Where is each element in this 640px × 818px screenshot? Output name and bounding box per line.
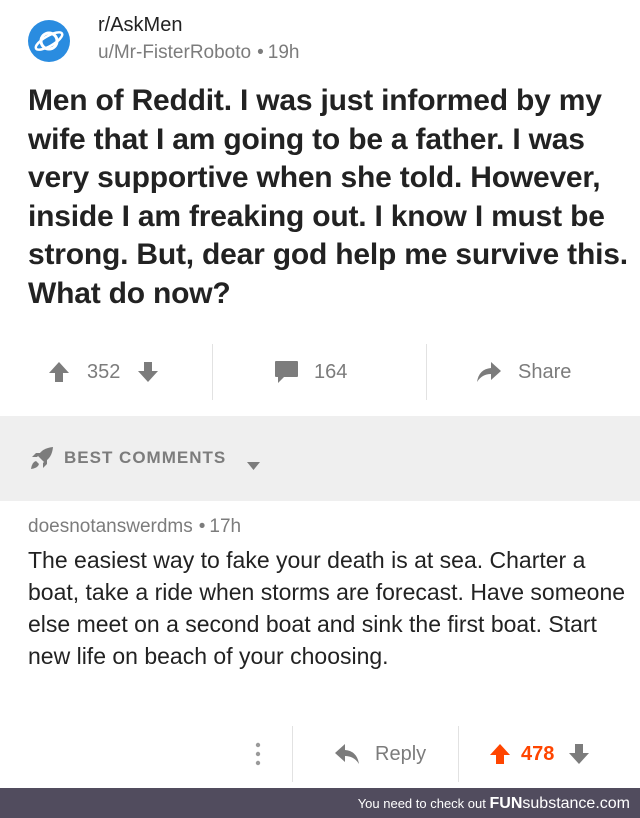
action-divider (292, 726, 293, 782)
subreddit-name[interactable]: r/AskMen (98, 14, 182, 37)
watermark-text: You need to check out FUNsubstance.com (358, 795, 630, 813)
share-label: Share (518, 360, 572, 383)
post-age: 19h (267, 42, 300, 63)
caret-down-icon[interactable] (247, 457, 260, 475)
comment-action-bar: Reply 478 (0, 726, 640, 782)
sort-label[interactable]: BEST COMMENTS (64, 448, 226, 468)
comment-vote-group: 478 (489, 726, 590, 782)
reply-button[interactable]: Reply (334, 726, 426, 782)
comment-score: 478 (521, 742, 555, 765)
downvote-arrow-icon[interactable] (137, 361, 159, 383)
watermark-brand: FUNsubstance.com (489, 795, 631, 812)
comment-body: The easiest way to fake your death is at… (28, 547, 626, 669)
watermark-caption: You need to check out (357, 796, 486, 811)
reply-arrow-icon (334, 743, 360, 765)
share-arrow-icon (476, 361, 502, 383)
more-options-icon[interactable] (254, 726, 262, 782)
comment-age: 17h (209, 516, 242, 537)
share-button[interactable]: Share (476, 344, 571, 400)
meta-separator: • (257, 42, 264, 63)
post-action-bar: 352 164 Share (0, 344, 640, 400)
meta-separator: • (198, 516, 206, 537)
subreddit-planet-icon[interactable] (28, 20, 70, 62)
upvote-arrow-icon[interactable] (489, 743, 511, 765)
action-divider (212, 344, 213, 400)
comment-author[interactable]: doesnotanswerdms (28, 516, 193, 537)
watermark-footer: You need to check out FUNsubstance.com (0, 788, 640, 818)
reply-label: Reply (375, 742, 427, 765)
post-score: 352 (87, 360, 121, 383)
action-divider (426, 344, 427, 400)
post-header: r/AskMen u/Mr-FisterRoboto • 19h (0, 0, 640, 80)
comment-bubble-icon (274, 360, 299, 384)
post-meta: u/Mr-FisterRoboto • 19h (98, 42, 299, 64)
post-vote-group: 352 (48, 344, 159, 400)
upvote-arrow-icon[interactable] (48, 361, 70, 383)
rocket-icon (30, 446, 54, 475)
downvote-arrow-icon[interactable] (568, 743, 590, 765)
comments-button[interactable]: 164 (274, 344, 347, 400)
post-author[interactable]: u/Mr-FisterRoboto (98, 42, 251, 63)
comment-count: 164 (314, 360, 348, 383)
comment-meta: doesnotanswerdms • 17h (28, 516, 241, 538)
action-divider (458, 726, 459, 782)
comment-sort-bar[interactable]: BEST COMMENTS (0, 416, 640, 501)
post-title[interactable]: Men of Reddit. I was just informed by my… (28, 82, 628, 313)
